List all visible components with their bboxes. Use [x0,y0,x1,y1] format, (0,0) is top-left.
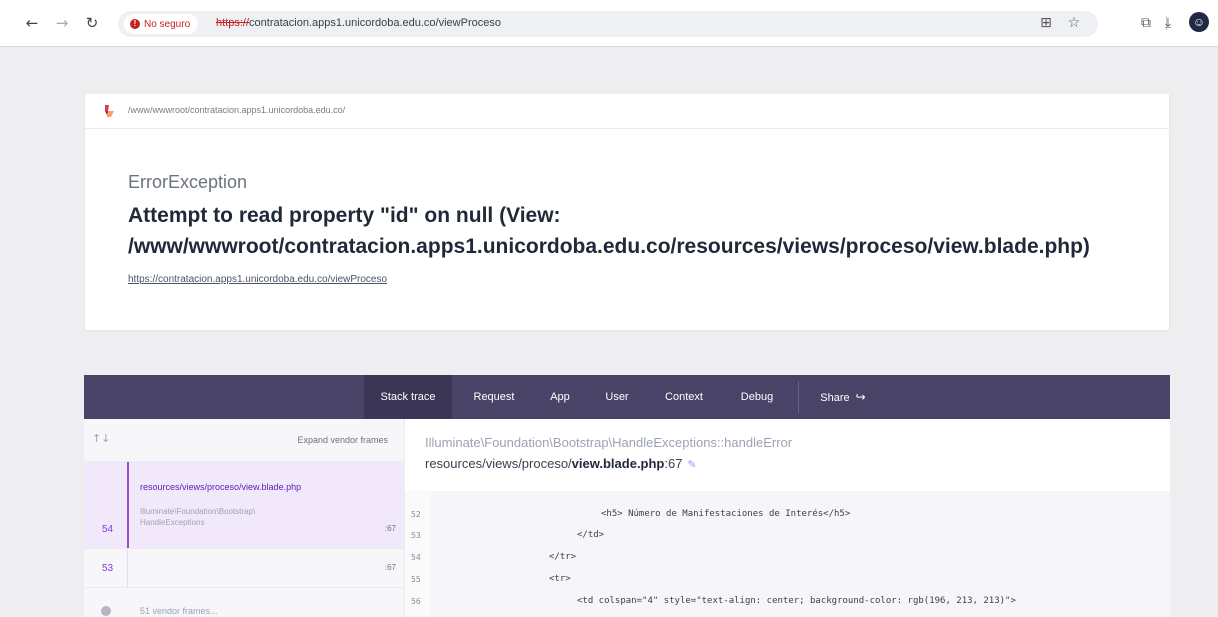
frame-divider [127,549,128,587]
card-header: /www/wwwroot/contratacion.apps1.unicordo… [85,94,1169,129]
exception-message: Attempt to read property "id" on null (V… [128,200,1148,262]
frame-line: :67 [384,563,396,572]
vendor-icon [101,606,111,616]
frame-item-selected[interactable]: 54 resources/views/proceso/view.blade.ph… [84,462,404,549]
frame-namespace-path: Illuminate\Foundation\Bootstrap\ [140,507,256,516]
sort-icon[interactable]: ↑↓ [92,432,110,445]
share-icon: ↪ [855,390,866,404]
line-number: 52 [411,510,421,519]
share-label: Share [820,392,850,404]
tab-request[interactable]: Request [462,375,526,419]
line-number: 53 [411,531,421,540]
code-text: </td> [577,530,605,540]
code-text: <h5> Número de Manifestaciones de Interé… [601,509,851,519]
selected-indicator [127,462,129,548]
frame-namespace-class: HandleExceptions [140,518,205,527]
line-number: 56 [411,597,421,606]
download-icon[interactable]: ⤓ [1158,13,1178,33]
url-host-path: contratacion.apps1.unicordoba.edu.co/vie… [249,17,501,29]
tab-stack-trace[interactable]: Stack trace [364,375,452,419]
frame-path-file: view.blade.php [571,456,665,471]
stack-panel: Stack trace Request App User Context Deb… [84,375,1170,617]
frame-line: :67 [384,524,396,533]
tab-context[interactable]: Context [652,375,716,419]
frames-toolbar: ↑↓ Expand vendor frames [84,419,404,462]
code-line: 53 </td> [405,526,1170,546]
browser-toolbar: ← → ↻ ! No seguro https://contratacion.a… [0,0,1218,47]
pencil-icon[interactable]: ✎ [687,458,696,471]
security-chip[interactable]: ! No seguro [124,14,199,34]
tab-share[interactable]: Share ↪ [808,375,878,419]
tab-bar: Stack trace Request App User Context Deb… [84,375,1170,419]
code-line: 54 </tr> [405,548,1170,568]
code-text: <tr> [549,574,571,584]
exception-message-line1: Attempt to read property "id" on null (V… [128,204,561,227]
frame-path-line: :67 [664,456,683,471]
code-snippet: 52 <h5> Número de Manifestaciones de Int… [405,491,1170,617]
frame-path-prefix: resources/views/proceso/ [425,456,572,471]
ignition-logo-icon [105,105,114,117]
frame-file: resources/views/proceso/view.blade.php [140,482,302,492]
back-icon[interactable]: ← [22,13,42,33]
star-icon[interactable]: ☆ [1064,13,1084,33]
code-line: 55 <tr> [405,570,1170,590]
root-path: /www/wwwroot/contratacion.apps1.unicordo… [128,105,346,115]
code-text: <td colspan="4" style="text-align: cente… [577,596,1016,606]
tab-app[interactable]: App [536,375,584,419]
exception-message-line2: /www/wwwroot/contratacion.apps1.unicordo… [128,235,1090,258]
extensions-icon[interactable]: ⧉ [1136,13,1156,33]
frame-item[interactable]: 53 :67 [84,549,404,588]
tab-debug[interactable]: Debug [726,375,788,419]
security-label: No seguro [144,18,191,30]
frame-class: Illuminate\Foundation\Bootstrap\HandleEx… [425,435,793,450]
translate-icon[interactable]: ⊞ [1036,13,1056,33]
error-card: /www/wwwroot/contratacion.apps1.unicordo… [85,94,1169,330]
warning-icon: ! [130,19,140,29]
frame-namespace: Illuminate\Foundation\Bootstrap\ HandleE… [140,506,255,528]
line-number: 54 [411,553,421,562]
url-scheme: https:// [216,17,250,29]
url-text[interactable]: https://contratacion.apps1.unicordoba.ed… [216,17,501,29]
forward-icon[interactable]: → [52,13,72,33]
code-line: 56 <td colspan="4" style="text-align: ce… [405,592,1170,612]
code-line: 52 <h5> Número de Manifestaciones de Int… [405,505,1170,525]
frames-list: ↑↓ Expand vendor frames 54 resources/vie… [84,419,405,617]
line-number: 55 [411,575,421,584]
frame-number: 53 [102,563,114,574]
frame-path: resources/views/proceso/view.blade.php:6… [425,456,697,471]
vendor-frames-item[interactable]: 51 vendor frames... [84,588,404,617]
reload-icon[interactable]: ↻ [82,13,102,33]
tab-divider [798,381,799,413]
profile-icon[interactable]: ☺ [1189,12,1209,32]
code-viewer: Illuminate\Foundation\Bootstrap\HandleEx… [405,419,1170,617]
frame-number: 54 [102,524,114,535]
code-text: </tr> [549,552,577,562]
vendor-frames-label: 51 vendor frames... [140,606,218,616]
tab-user[interactable]: User [592,375,642,419]
address-bar[interactable]: ! No seguro https://contratacion.apps1.u… [118,11,1098,37]
expand-vendor-frames-button[interactable]: Expand vendor frames [297,435,388,445]
exception-class: ErrorException [128,172,248,192]
request-url-link[interactable]: https://contratacion.apps1.unicordoba.ed… [128,274,387,285]
